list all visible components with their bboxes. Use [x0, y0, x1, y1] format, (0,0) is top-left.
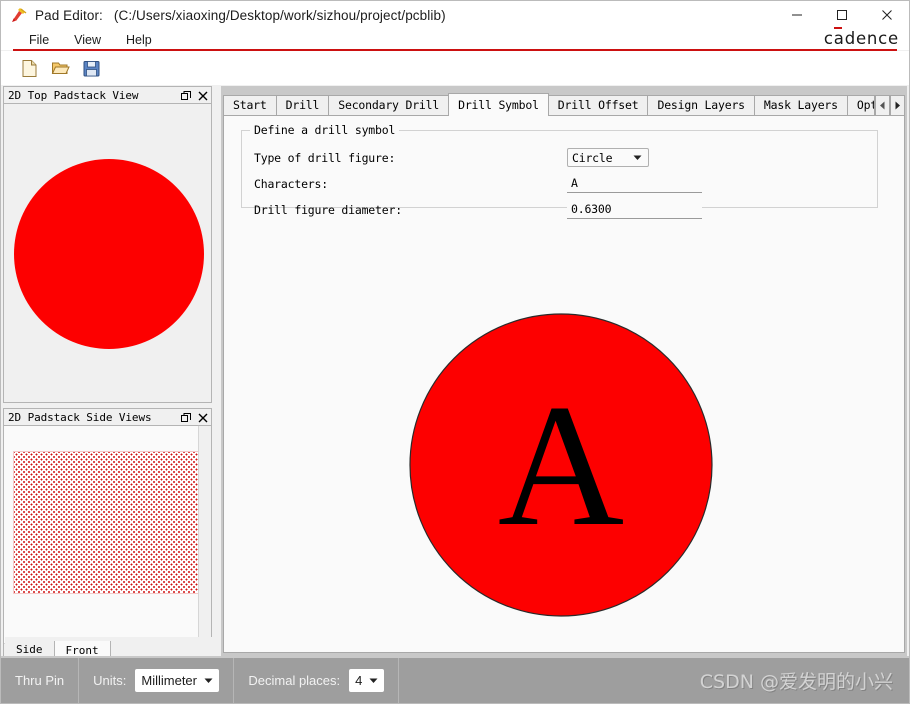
- tab-start[interactable]: Start: [223, 95, 277, 116]
- drill-figure-diameter-input[interactable]: 0.6300: [567, 200, 702, 219]
- window-title: Pad Editor:: [35, 7, 103, 23]
- side-pad-hatched-rectangle[interactable]: [13, 451, 203, 594]
- tab-scroll-right-button[interactable]: [890, 95, 905, 116]
- minimize-button[interactable]: [774, 1, 819, 29]
- side-view-vertical-scrollbar[interactable]: [198, 426, 211, 656]
- main-content-area: Start Drill Secondary Drill Drill Symbol…: [221, 86, 907, 658]
- label-type-of-drill-figure: Type of drill figure:: [254, 151, 396, 165]
- panel-side-buttons: [181, 409, 208, 426]
- restore-window-icon[interactable]: [181, 90, 191, 101]
- title-bar: Pad Editor: (C:/Users/xiaoxing/Desktop/w…: [1, 1, 909, 29]
- tabstrip: Start Drill Secondary Drill Drill Symbol…: [223, 93, 905, 116]
- open-file-button[interactable]: [48, 56, 73, 81]
- tab-options[interactable]: Options: [846, 95, 875, 116]
- field-row-drill-figure-diameter: Drill figure diameter:: [254, 200, 402, 220]
- panel-side-body[interactable]: [3, 425, 212, 657]
- top-pad-circle: [14, 159, 204, 349]
- panel-side-title-bar[interactable]: 2D Padstack Side Views: [3, 408, 212, 425]
- panel-2d-top-padstack-view: 2D Top Padstack View: [3, 86, 212, 403]
- new-document-icon: [20, 59, 39, 78]
- decimal-places-combobox[interactable]: 4: [349, 669, 385, 692]
- save-file-button[interactable]: [79, 56, 104, 81]
- cadence-logo-text: c: [823, 29, 834, 48]
- label-characters: Characters:: [254, 177, 328, 191]
- statusbar-pin-type-cell: Thru Pin: [1, 658, 80, 703]
- menu-item-help[interactable]: Help: [124, 32, 154, 48]
- chevron-down-icon: [369, 678, 378, 684]
- watermark-text: CSDN @爱发明的小兴: [699, 671, 893, 693]
- panel-side-title: 2D Padstack Side Views: [8, 410, 152, 424]
- close-icon[interactable]: [198, 413, 208, 423]
- statusbar-decimal-places-cell: Decimal places: 4: [234, 658, 400, 703]
- field-row-type-of-drill-figure: Type of drill figure:: [254, 148, 395, 168]
- field-row-characters: Characters:: [254, 174, 328, 194]
- statusbar-pin-type: Thru Pin: [15, 673, 65, 688]
- units-value: Millimeter: [141, 673, 197, 688]
- cadence-logo-macron: a: [833, 29, 845, 48]
- restore-window-icon[interactable]: [181, 412, 191, 423]
- drill-figure-diameter-value: 0.6300: [571, 202, 612, 216]
- window-file-path: (C:/Users/xiaoxing/Desktop/work/sizhou/p…: [113, 7, 446, 23]
- statusbar-decimal-places-label: Decimal places:: [248, 673, 341, 688]
- characters-value: A: [571, 176, 578, 190]
- left-dock: 2D Top Padstack View 2D Padstack Side Vi…: [1, 86, 214, 660]
- close-button[interactable]: [864, 1, 909, 29]
- menu-item-file[interactable]: File: [27, 32, 51, 48]
- tab-drill[interactable]: Drill: [275, 95, 330, 116]
- define-drill-symbol-groupbox: Define a drill symbol Type of drill figu…: [241, 123, 878, 219]
- units-combobox[interactable]: Millimeter: [135, 669, 220, 692]
- type-of-drill-figure-value: Circle: [572, 150, 613, 165]
- tabstrip-navigation: [875, 95, 905, 116]
- pad-editor-window: Pad Editor: (C:/Users/xiaoxing/Desktop/w…: [0, 0, 910, 704]
- top-padstack-canvas[interactable]: [4, 104, 211, 402]
- panel-top-title-bar[interactable]: 2D Top Padstack View: [3, 86, 212, 103]
- panel-top-buttons: [181, 87, 208, 104]
- new-file-button[interactable]: [17, 56, 42, 81]
- open-folder-icon: [51, 59, 70, 78]
- tab-drill-symbol[interactable]: Drill Symbol: [448, 93, 549, 116]
- menu-item-view[interactable]: View: [72, 32, 103, 48]
- characters-input[interactable]: A: [567, 174, 702, 193]
- toolbar: [1, 51, 909, 85]
- tabpage-drill-symbol: Define a drill symbol Type of drill figu…: [223, 115, 905, 653]
- close-icon[interactable]: [198, 91, 208, 101]
- maximize-button[interactable]: [819, 1, 864, 29]
- tab-secondary-drill[interactable]: Secondary Drill: [328, 95, 450, 116]
- chevron-down-icon: [633, 155, 642, 161]
- menu-bar: File View Help: [1, 29, 909, 50]
- chevron-right-icon: [894, 101, 901, 110]
- panel-top-title: 2D Top Padstack View: [8, 88, 139, 102]
- window-controls: [774, 1, 909, 29]
- drill-symbol-preview[interactable]: A: [225, 226, 904, 652]
- chevron-left-icon: [879, 101, 886, 110]
- pad-editor-icon: [10, 6, 28, 24]
- type-of-drill-figure-combobox[interactable]: Circle: [567, 148, 649, 167]
- panel-2d-padstack-side-views: 2D Padstack Side Views Side Front: [3, 408, 214, 660]
- preview-drill-character: A: [498, 368, 624, 562]
- tab-mask-layers[interactable]: Mask Layers: [753, 95, 848, 116]
- label-drill-figure-diameter: Drill figure diameter:: [254, 203, 402, 217]
- panel-top-body[interactable]: [3, 103, 212, 403]
- tab-design-layers[interactable]: Design Layers: [647, 95, 755, 116]
- groupbox-legend: Define a drill symbol: [250, 123, 400, 137]
- floppy-disk-save-icon: [82, 59, 101, 78]
- chevron-down-icon: [204, 678, 213, 684]
- cadence-logo: cadence: [824, 29, 899, 48]
- cadence-logo-text-rest: dence: [844, 29, 899, 48]
- tab-scroll-left-button[interactable]: [875, 95, 890, 116]
- status-bar: Thru Pin Units: Millimeter Decimal place…: [1, 658, 909, 703]
- statusbar-units-cell: Units: Millimeter: [79, 658, 235, 703]
- tab-drill-offset[interactable]: Drill Offset: [547, 95, 649, 116]
- decimal-places-value: 4: [355, 673, 363, 688]
- statusbar-units-label: Units:: [93, 673, 127, 688]
